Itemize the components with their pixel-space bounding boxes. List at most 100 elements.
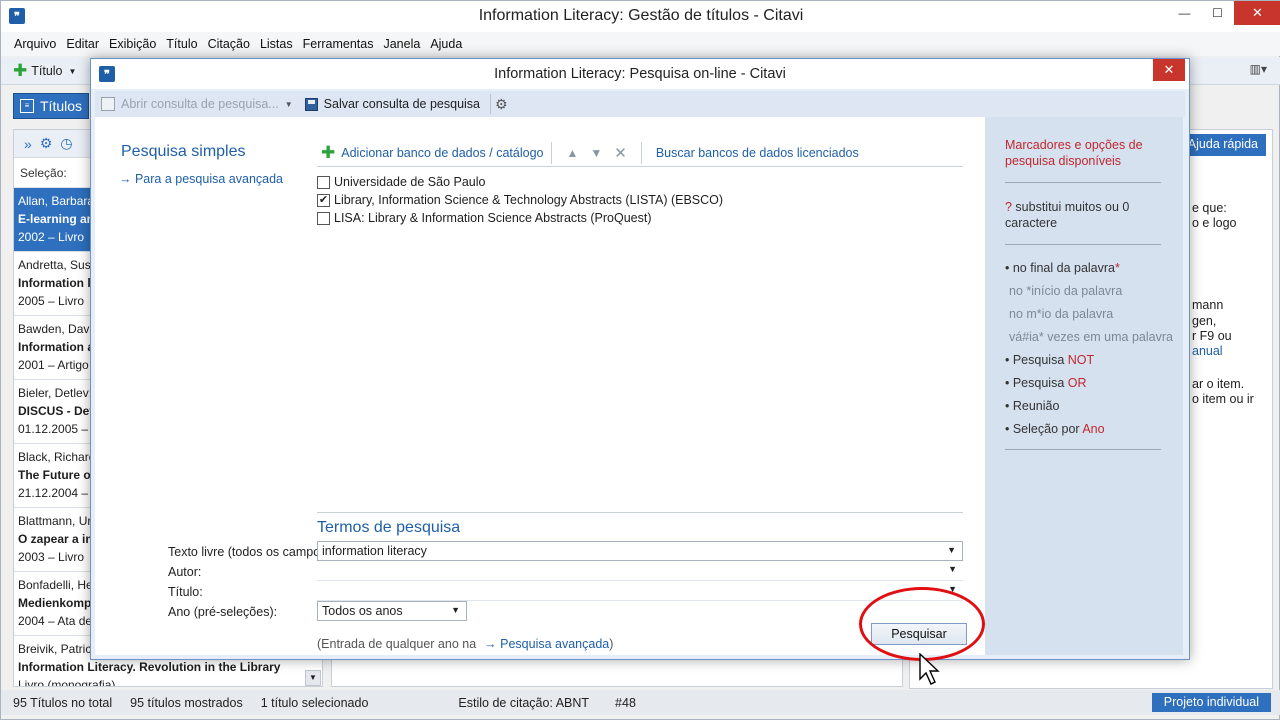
scroll-down-button[interactable]: ▼ bbox=[305, 670, 321, 686]
wildcard-middle: no m*io da palavra bbox=[1009, 307, 1114, 321]
menu-ajuda[interactable]: Ajuda bbox=[425, 37, 467, 51]
advanced-search-link[interactable]: → Para a pesquisa avançada bbox=[119, 172, 283, 186]
wildcard-multiple: vá#ia* vezes em uma palavra bbox=[1009, 330, 1173, 344]
wildcard-start: no *início da palavra bbox=[1009, 284, 1123, 298]
chevron-down-icon[interactable]: ▼ bbox=[947, 545, 956, 555]
view-layout-icon[interactable]: ▥▾ bbox=[1250, 62, 1267, 76]
add-database-button[interactable]: ✚ Adicionar banco de dados / catálogo bbox=[317, 143, 543, 163]
chevron-down-icon[interactable]: ▼ bbox=[285, 100, 293, 109]
or-keyword: OR bbox=[1067, 376, 1087, 390]
operator-or: • Pesquisa OR bbox=[1005, 375, 1087, 391]
mouse-cursor-icon bbox=[919, 653, 940, 685]
database-checkbox[interactable] bbox=[317, 175, 330, 189]
expand-icon[interactable]: » bbox=[24, 136, 32, 152]
divider bbox=[1005, 244, 1161, 245]
arrow-up-icon[interactable]: ▲ bbox=[566, 146, 578, 160]
gear-icon[interactable]: ⚙ bbox=[495, 96, 508, 113]
maximize-button[interactable]: ☐ bbox=[1201, 1, 1234, 25]
minimize-button[interactable]: — bbox=[1168, 1, 1201, 25]
section-divider bbox=[317, 512, 963, 513]
tab-titles[interactable]: ≡ Títulos bbox=[13, 93, 89, 119]
menubar: Arquivo Editar Exibição Título Citação L… bbox=[1, 32, 1280, 56]
title-label: Título: bbox=[168, 585, 203, 599]
project-type-button[interactable]: Projeto individual bbox=[1151, 693, 1271, 712]
history-icon[interactable]: ◷ bbox=[60, 135, 72, 152]
window-controls: — ☐ ✕ bbox=[1168, 1, 1280, 27]
help-text: o e logo bbox=[1192, 216, 1237, 230]
folder-icon bbox=[101, 97, 115, 111]
toolbar-divider bbox=[640, 141, 642, 164]
year-label: Ano (pré-seleções): bbox=[168, 605, 278, 619]
toolbar-divider bbox=[551, 141, 553, 164]
arrow-down-icon[interactable]: ▼ bbox=[590, 146, 602, 160]
help-text: e que: bbox=[1192, 201, 1227, 215]
year-text: • Seleção por bbox=[1005, 422, 1083, 436]
advanced-search-link[interactable]: → Pesquisa avançada bbox=[484, 637, 609, 651]
open-query-button[interactable]: Abrir consulta de pesquisa... ▼ bbox=[95, 97, 299, 111]
chevron-down-icon[interactable]: ▼ bbox=[948, 564, 957, 574]
add-database-label: Adicionar banco de dados / catálogo bbox=[341, 145, 544, 160]
title-meta: Livro (monografia) bbox=[18, 678, 116, 687]
menu-titulo[interactable]: Título bbox=[161, 37, 202, 51]
help-text: ar o item. bbox=[1192, 377, 1245, 391]
menu-exibicao[interactable]: Exibição bbox=[104, 37, 161, 51]
free-text-input[interactable]: information literacy ▼ bbox=[317, 541, 963, 561]
dialog-titlebar: ❞ Information Literacy: Pesquisa on-line… bbox=[91, 59, 1189, 89]
help-text: mann bbox=[1192, 298, 1224, 312]
toolbar-divider bbox=[490, 94, 492, 114]
search-terms-heading: Termos de pesquisa bbox=[317, 519, 461, 536]
menu-ferramentas[interactable]: Ferramentas bbox=[298, 37, 379, 51]
database-list: Universidade de São Paulo ✔ Library, Inf… bbox=[317, 173, 957, 227]
divider bbox=[1005, 182, 1161, 183]
year-keyword: Ano bbox=[1082, 422, 1105, 436]
menu-janela[interactable]: Janela bbox=[378, 37, 425, 51]
database-checkbox[interactable] bbox=[317, 211, 330, 225]
online-search-dialog: ❞ Information Literacy: Pesquisa on-line… bbox=[90, 58, 1190, 661]
wildcard-qmark: ? substitui muitos ou 0 caractere bbox=[1005, 199, 1155, 231]
remove-icon[interactable]: ✕ bbox=[614, 144, 627, 162]
dialog-close-button[interactable]: ✕ bbox=[1153, 59, 1185, 81]
chevron-down-icon[interactable]: ▼ bbox=[69, 67, 77, 76]
gear-icon[interactable]: ⚙ bbox=[40, 135, 53, 152]
qmark-symbol: ? bbox=[1005, 200, 1012, 214]
database-item[interactable]: Universidade de São Paulo bbox=[317, 173, 957, 191]
status-citation-style[interactable]: Estilo de citação: ABNT bbox=[458, 696, 589, 710]
save-query-button[interactable]: Salvar consulta de pesquisa bbox=[299, 97, 486, 111]
wildcard-end: • no final da palavra* bbox=[1005, 260, 1120, 276]
year-note: (Entrada de qualquer ano na → Pesquisa av… bbox=[317, 637, 613, 651]
quick-help-tab[interactable]: Ajuda rápida bbox=[1179, 134, 1266, 156]
chevron-down-icon[interactable]: ▼ bbox=[451, 605, 460, 615]
menu-citacao[interactable]: Citação bbox=[203, 37, 255, 51]
dialog-title: Information Literacy: Pesquisa on-line -… bbox=[494, 66, 786, 82]
database-item[interactable]: LISA: Library & Information Science Abst… bbox=[317, 209, 957, 227]
operator-not: • Pesquisa NOT bbox=[1005, 352, 1094, 368]
help-link[interactable]: anual bbox=[1192, 343, 1223, 359]
divider bbox=[1005, 449, 1161, 450]
menu-editar[interactable]: Editar bbox=[61, 37, 104, 51]
not-keyword: NOT bbox=[1067, 353, 1095, 367]
close-button[interactable]: ✕ bbox=[1234, 1, 1280, 25]
database-name: Universidade de São Paulo bbox=[334, 175, 486, 189]
new-title-label: Título bbox=[31, 64, 63, 78]
open-query-label: Abrir consulta de pesquisa... bbox=[121, 97, 279, 111]
status-number: #48 bbox=[615, 695, 636, 710]
menu-listas[interactable]: Listas bbox=[255, 37, 298, 51]
title-input[interactable]: ▼ bbox=[317, 581, 963, 601]
database-item[interactable]: ✔ Library, Information Science & Technol… bbox=[317, 191, 957, 209]
new-title-button[interactable]: ✚ Título ▼ bbox=[13, 61, 76, 81]
free-text-value: information literacy bbox=[322, 544, 427, 558]
licensed-databases-link[interactable]: Buscar bancos de dados licenciados bbox=[656, 146, 859, 160]
operators-heading: Marcadores e opções de pesquisa disponív… bbox=[1005, 138, 1143, 168]
author-input[interactable]: ▼ bbox=[317, 561, 963, 581]
database-name: LISA: Library & Information Science Abst… bbox=[334, 211, 652, 225]
menu-arquivo[interactable]: Arquivo bbox=[9, 37, 61, 51]
add-icon: ✚ bbox=[321, 142, 336, 162]
database-checkbox[interactable]: ✔ bbox=[317, 193, 330, 207]
author-label: Autor: bbox=[168, 565, 202, 579]
year-select[interactable]: Todos os anos ▼ bbox=[317, 601, 467, 621]
operator-year: • Seleção por Ano bbox=[1005, 421, 1105, 437]
year-value: Todos os anos bbox=[322, 604, 403, 618]
status-total: 95 Títulos no total bbox=[13, 695, 113, 710]
statusbar: 95 Títulos no total 95 títulos mostrados… bbox=[1, 690, 1280, 715]
star-symbol: * bbox=[1115, 261, 1120, 275]
